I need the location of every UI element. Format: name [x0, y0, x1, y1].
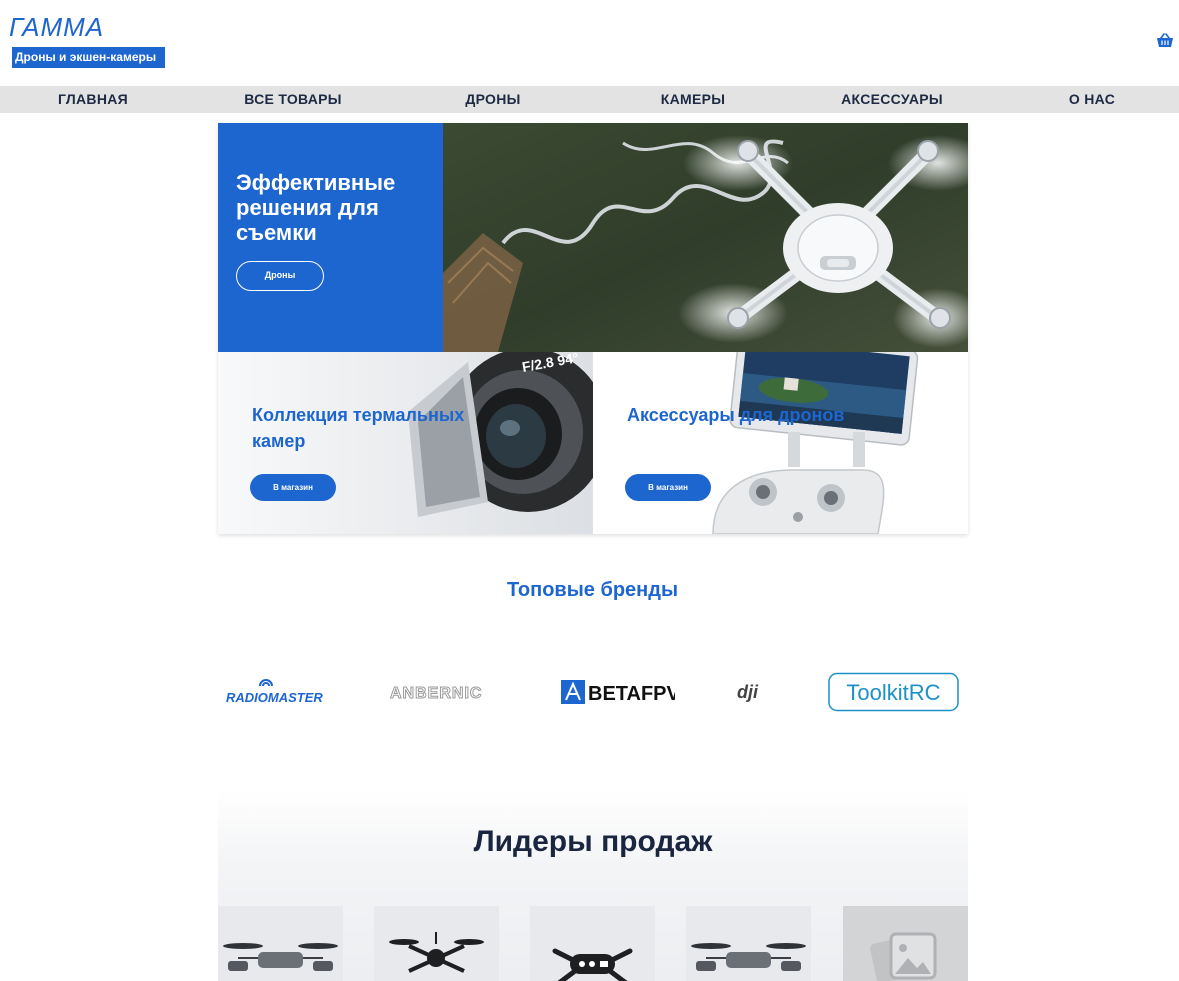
brand-logo-anbernic-text: ANBERNIC: [390, 685, 482, 702]
nav-item-cameras[interactable]: КАМЕРЫ: [661, 86, 726, 113]
product-card[interactable]: [686, 906, 811, 981]
nav-item-all-products[interactable]: ВСЕ ТОВАРЫ: [244, 86, 342, 113]
product-image: [374, 906, 499, 981]
bestsellers-section: Лидеры продаж: [218, 790, 968, 981]
promo-card-thermal-cameras: F/2.8 94° Коллекция термальных камер В м…: [218, 352, 593, 534]
site-tagline: Дроны и экшен-камеры: [12, 47, 166, 68]
site-header: ГАММА Дроны и экшен-камеры: [0, 0, 1179, 86]
brand-logo-radiomaster[interactable]: RADIOMASTER: [226, 672, 336, 712]
image-placeholder-icon: [843, 906, 968, 981]
product-card[interactable]: [218, 906, 343, 981]
brand-logo-radiomaster-text: RADIOMASTER: [226, 690, 323, 705]
nav-item-home[interactable]: ГЛАВНАЯ: [58, 86, 128, 113]
brand-logo-betafpv-text: BETAFPV: [588, 683, 675, 705]
brand-logo-dji[interactable]: dji: [735, 672, 771, 712]
promo-card-drone-accessories: Аксессуары для дронов В магазин: [593, 352, 968, 534]
product-image: [218, 906, 343, 981]
drone-accessories-title: Аксессуары для дронов: [627, 405, 845, 425]
basket-icon[interactable]: [1156, 33, 1174, 49]
main-nav: ГЛАВНАЯ ВСЕ ТОВАРЫ ДРОНЫ КАМЕРЫ АКСЕССУА…: [0, 86, 1179, 113]
site-logo[interactable]: ГАММА: [9, 12, 104, 43]
thermal-cameras-shop-button[interactable]: В магазин: [250, 474, 336, 501]
top-brands-title: Топовые бренды: [506, 579, 679, 601]
nav-item-about[interactable]: О НАС: [1069, 86, 1115, 113]
nav-item-drones[interactable]: ДРОНЫ: [465, 86, 520, 113]
product-card[interactable]: [374, 906, 499, 981]
brand-logo-anbernic[interactable]: ANBERNIC: [390, 672, 505, 712]
product-image: [686, 906, 811, 981]
brand-logo-toolkitrc[interactable]: ToolkitRC: [828, 672, 960, 712]
hero-section: Эффективные решения для съемки Дроны F/2…: [218, 123, 968, 534]
hero-drone-image: [443, 123, 968, 352]
hero-drones-button[interactable]: Дроны: [236, 261, 324, 291]
hero-promo-panel: Эффективные решения для съемки Дроны: [218, 123, 443, 352]
product-image: [530, 906, 655, 981]
brand-logo-toolkitrc-text: ToolkitRC: [846, 680, 940, 705]
thermal-cameras-title: Коллекция термальных камер: [252, 405, 465, 451]
nav-item-accessories[interactable]: АКСЕССУАРЫ: [841, 86, 943, 113]
drone-accessories-shop-button[interactable]: В магазин: [625, 474, 711, 501]
brand-logo-betafpv[interactable]: BETAFPV: [560, 672, 675, 712]
hero-title: Эффективные решения для съемки: [236, 170, 396, 245]
brand-logo-dji-text: dji: [737, 682, 759, 702]
bestsellers-title: Лидеры продаж: [473, 825, 713, 858]
product-card[interactable]: [530, 906, 655, 981]
remote-controller-image: [593, 352, 968, 534]
product-card[interactable]: [843, 906, 968, 981]
